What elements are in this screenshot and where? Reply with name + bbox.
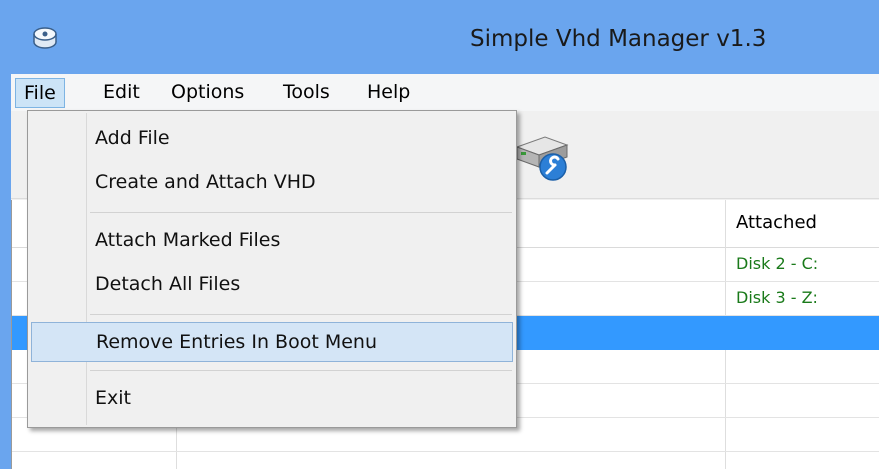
- menu-help[interactable]: Help: [359, 78, 418, 108]
- menu-separator: [90, 212, 512, 213]
- menu-item-label: Add File: [95, 127, 170, 149]
- menu-item-label: Remove Entries In Boot Menu: [96, 331, 377, 353]
- drive-settings-icon[interactable]: [511, 133, 573, 183]
- menu-item-detach-all[interactable]: Detach All Files: [31, 265, 513, 305]
- title-bar[interactable]: Simple Vhd Manager v1.3: [0, 0, 879, 74]
- menu-tools[interactable]: Tools: [275, 78, 338, 108]
- menu-separator: [90, 370, 512, 371]
- menu-edit[interactable]: Edit: [95, 78, 148, 108]
- menu-item-label: Exit: [95, 387, 131, 409]
- disk-app-icon: [33, 27, 57, 49]
- column-attached[interactable]: Attached: [736, 212, 817, 233]
- file-menu-dropdown: Add File Create and Attach VHD Attach Ma…: [27, 110, 517, 428]
- menu-item-label: Create and Attach VHD: [95, 171, 316, 193]
- menu-item-label: Attach Marked Files: [95, 229, 281, 251]
- menu-options[interactable]: Options: [163, 78, 252, 108]
- menu-item-create-attach-vhd[interactable]: Create and Attach VHD: [31, 163, 513, 203]
- attached-cell: Disk 2 - C:: [736, 254, 819, 273]
- attached-cell: Disk 3 - Z:: [736, 288, 818, 307]
- window-title: Simple Vhd Manager v1.3: [470, 26, 767, 52]
- menu-separator: [90, 314, 512, 315]
- menu-bar: File Edit Options Tools Help: [11, 74, 879, 111]
- menu-item-remove-boot-entries[interactable]: Remove Entries In Boot Menu: [31, 322, 513, 362]
- menu-item-label: Detach All Files: [95, 273, 241, 295]
- menu-item-add-file[interactable]: Add File: [31, 119, 513, 159]
- menu-item-exit[interactable]: Exit: [31, 379, 513, 419]
- menu-file[interactable]: File: [15, 78, 65, 108]
- menu-item-attach-marked[interactable]: Attach Marked Files: [31, 221, 513, 261]
